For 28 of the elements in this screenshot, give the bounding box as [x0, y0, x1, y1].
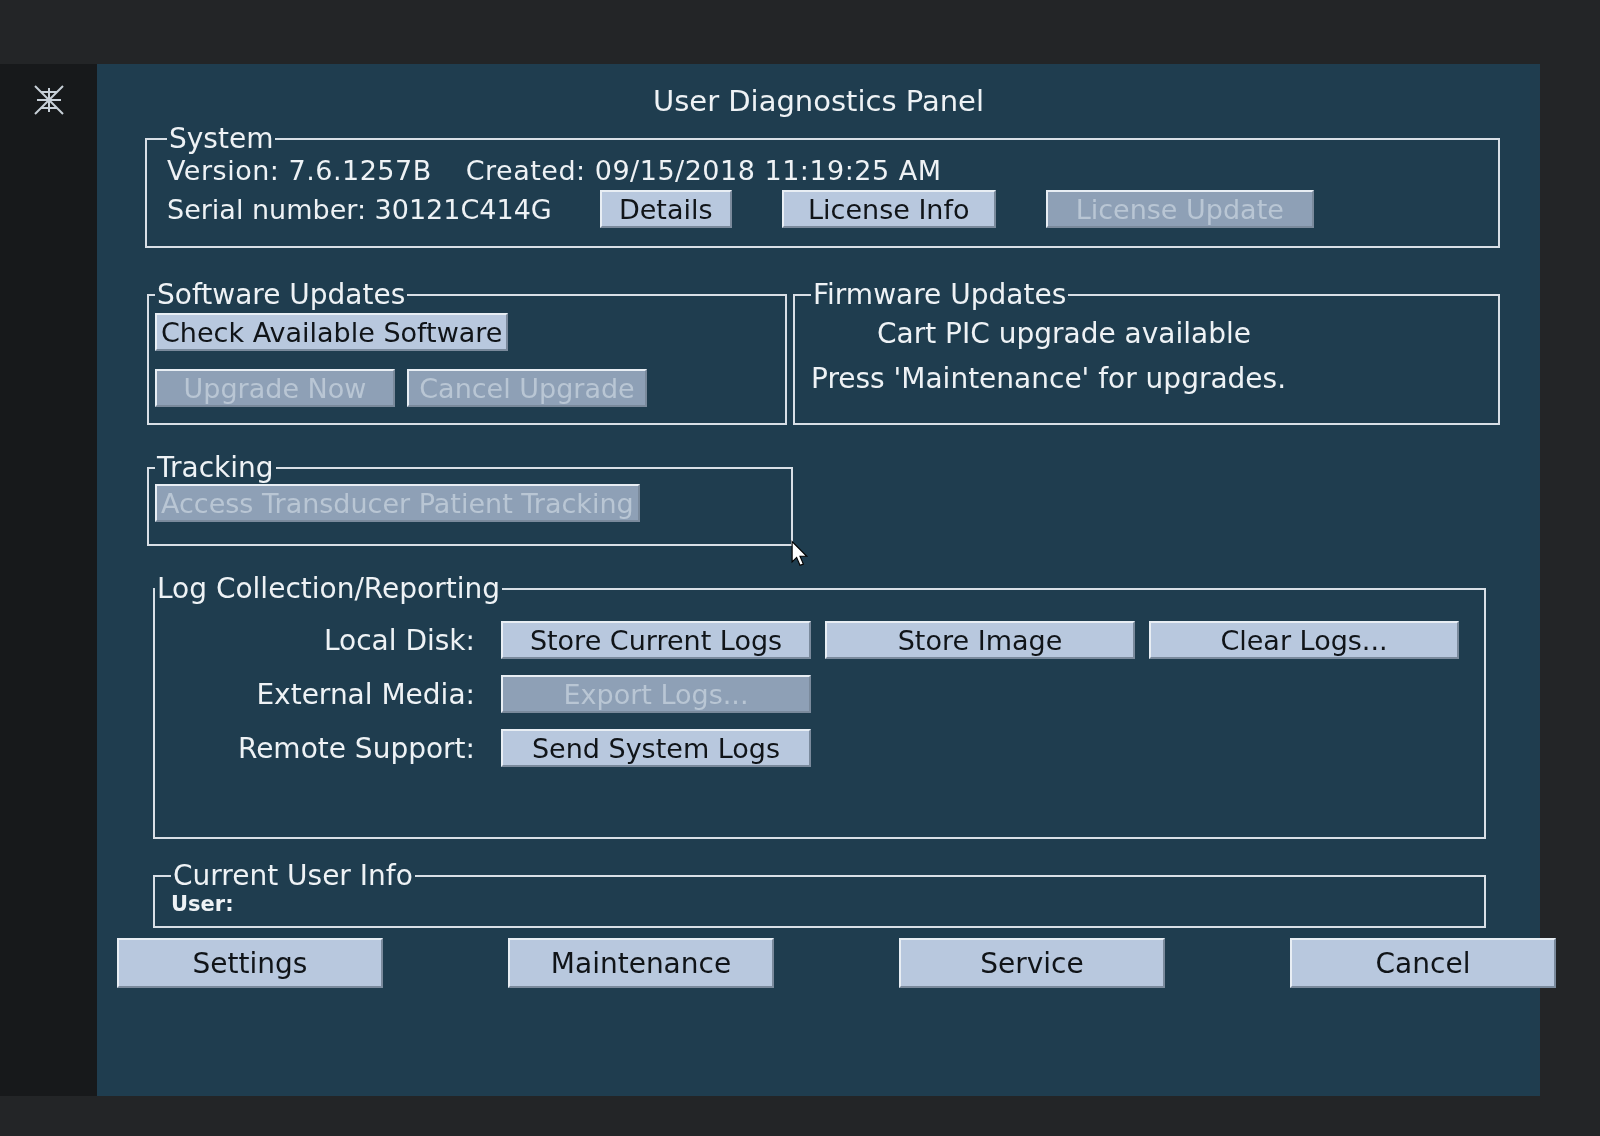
log-button[interactable]: Store Current Logs	[501, 621, 811, 659]
window-title: User Diagnostics Panel	[651, 84, 986, 118]
group-legend: Software Updates	[155, 278, 408, 311]
log-button[interactable]: Store Image	[825, 621, 1135, 659]
created-text: Created: 09/15/2018 11:19:25 AM	[465, 155, 942, 186]
footer-button[interactable]: Maintenance	[508, 938, 774, 988]
serial-text: Serial number: 30121C414G	[167, 193, 552, 225]
log-button[interactable]: Send System Logs	[501, 729, 811, 767]
row-label: Remote Support:	[236, 731, 475, 765]
footer-button[interactable]: Cancel	[1290, 938, 1556, 988]
system-button[interactable]: Details	[599, 190, 732, 228]
group-legend: Tracking	[155, 451, 276, 484]
firmware-message: Cart PIC upgrade available	[876, 317, 1252, 350]
footer-button[interactable]: Service	[899, 938, 1165, 988]
group-legend: Current User Info	[171, 859, 415, 892]
log-button[interactable]: Clear Logs...	[1149, 621, 1459, 659]
row-label: Local Disk:	[322, 623, 475, 657]
mouse-pointer-icon	[791, 540, 809, 568]
group-legend: Firmware Updates	[811, 278, 1069, 311]
row-label: External Media:	[255, 677, 475, 711]
user-label: User:	[171, 892, 235, 916]
version-text: Version: 7.6.1257B	[167, 155, 432, 186]
system-button[interactable]: License Info	[781, 190, 996, 228]
footer-button[interactable]: Settings	[117, 938, 383, 988]
group-legend: System	[167, 122, 276, 155]
group-legend: Log Collection/Reporting	[155, 572, 502, 605]
check-software-button[interactable]: Check Available Software	[155, 313, 509, 351]
firmware-message: Press 'Maintenance' for upgrades.	[811, 362, 1288, 395]
